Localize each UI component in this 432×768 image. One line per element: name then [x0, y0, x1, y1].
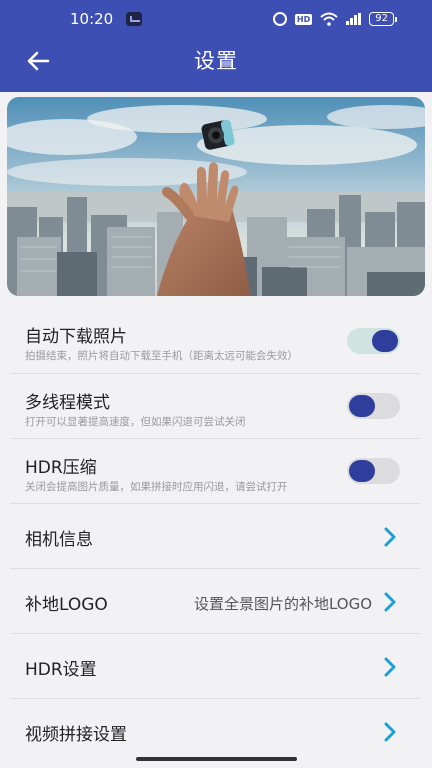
setting-value: 设置全景图片的补地LOGO	[193, 595, 372, 613]
setting-hdr[interactable]: HDR设置	[10, 634, 420, 699]
hdr-compress-toggle[interactable]	[347, 458, 400, 484]
page-title: 设置	[194, 49, 238, 73]
alarm-icon	[272, 12, 287, 26]
banner-image	[7, 97, 425, 296]
home-indicator[interactable]	[136, 757, 297, 761]
city-hand-camera-illustration	[7, 97, 425, 296]
status-time: 10:20	[70, 10, 114, 28]
settings-list: 自动下载照片 拍摄结束，照片将自动下载至手机（距离太远可能会失效） 多线程模式 …	[0, 308, 432, 750]
setting-title: HDR压缩	[25, 458, 97, 478]
multithread-toggle[interactable]	[347, 393, 400, 419]
battery-indicator: 92	[369, 12, 397, 26]
setting-title: 多线程模式	[25, 393, 110, 413]
status-bar: 10:20 HD 92	[0, 0, 432, 36]
setting-multithread: 多线程模式 打开可以显著提高速度，但如果闪退可尝试关闭	[10, 374, 420, 439]
chevron-right-icon	[384, 592, 396, 612]
setting-subtitle: 关闭会提高图片质量，如果拼接时应用闪退，请尝试打开	[25, 481, 288, 493]
setting-title: 自动下载照片	[25, 327, 127, 347]
setting-auto-download: 自动下载照片 拍摄结束，照片将自动下载至手机（距离太远可能会失效）	[10, 308, 420, 374]
setting-ground-logo[interactable]: 补地LOGO 设置全景图片的补地LOGO	[10, 569, 420, 634]
status-icons: HD 92	[272, 10, 397, 28]
setting-title: HDR设置	[25, 660, 97, 680]
setting-video-stitch[interactable]: 视频拼接设置	[10, 699, 420, 750]
setting-title: 相机信息	[25, 530, 93, 550]
setting-title: 视频拼接设置	[25, 725, 127, 745]
chevron-right-icon	[384, 527, 396, 547]
auto-download-toggle[interactable]	[347, 328, 400, 354]
chevron-right-icon	[384, 657, 396, 677]
setting-hdr-compress: HDR压缩 关闭会提高图片质量，如果拼接时应用闪退，请尝试打开	[10, 439, 420, 504]
signal-icon	[346, 13, 362, 25]
hd-icon: HD	[294, 13, 313, 25]
app-header: 10:20 HD 92 设置	[0, 0, 432, 92]
setting-subtitle: 拍摄结束，照片将自动下载至手机（距离太远可能会失效）	[25, 350, 298, 362]
app-notification-icon	[126, 12, 142, 26]
setting-subtitle: 打开可以显著提高速度，但如果闪退可尝试关闭	[25, 416, 246, 428]
wifi-icon	[320, 12, 338, 26]
chevron-right-icon	[384, 722, 396, 742]
setting-camera-info[interactable]: 相机信息	[10, 504, 420, 569]
setting-title: 补地LOGO	[25, 595, 108, 615]
